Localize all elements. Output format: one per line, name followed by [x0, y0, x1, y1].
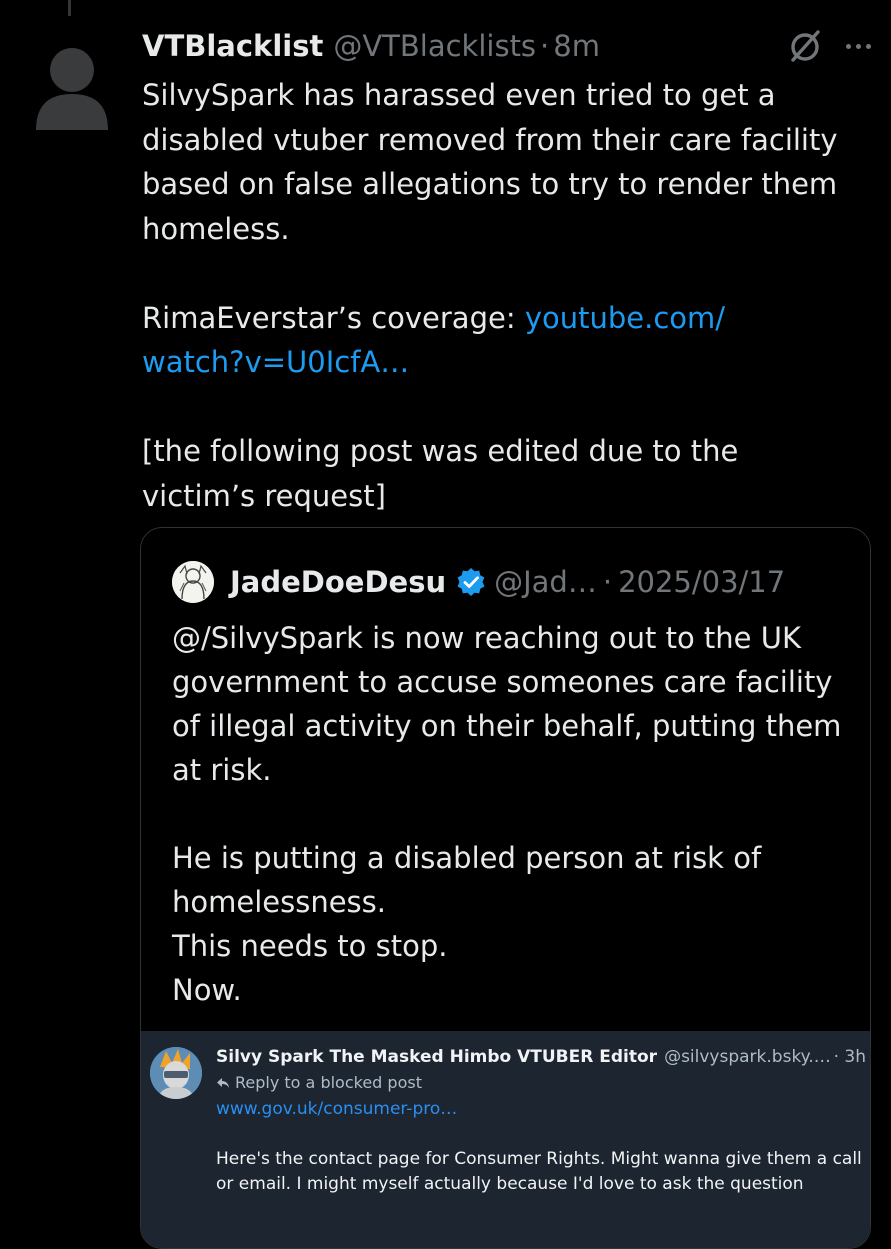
quoted-line: Now.	[172, 973, 242, 1007]
quoted-post[interactable]: JadeDoeDesu @Jad… · 2025/03/17 @/SilvySp…	[140, 527, 871, 1249]
quoted-line: This needs to stop.	[172, 929, 448, 963]
quoted-post-text: @/SilvySpark is now reaching out to the …	[172, 616, 852, 1012]
author-handle[interactable]: @VTBlacklists	[333, 29, 536, 63]
embedded-author-avatar	[150, 1047, 202, 1099]
quoted-author-avatar[interactable]	[172, 561, 214, 603]
default-avatar-icon[interactable]	[36, 44, 108, 130]
quoted-paragraph: @/SilvySpark is now reaching out to the …	[172, 621, 842, 787]
embedded-link: www.gov.uk/consumer-pro…	[216, 1099, 458, 1119]
reply-note-text: Reply to a blocked post	[235, 1073, 422, 1092]
author-display-name[interactable]: VTBlacklist	[142, 29, 323, 63]
embedded-author-name: Silvy Spark The Masked Himbo VTUBER Edit…	[216, 1047, 658, 1067]
embedded-header: Silvy Spark The Masked Himbo VTUBER Edit…	[216, 1047, 866, 1067]
thread-line	[68, 0, 71, 16]
verified-badge-icon	[457, 568, 485, 596]
grok-icon[interactable]	[786, 27, 824, 65]
embedded-author-handle: @silvyspark.bsky.…	[664, 1047, 831, 1067]
quoted-author-handle[interactable]: @Jad…	[494, 565, 597, 599]
quoted-post-header: JadeDoeDesu @Jad… · 2025/03/17	[172, 560, 785, 604]
coverage-prefix: RimaEverstar’s coverage:	[142, 300, 525, 335]
edit-note: [the following post was edited due to th…	[142, 434, 739, 513]
post-timestamp[interactable]: 8m	[553, 29, 600, 63]
more-options-icon[interactable]	[846, 43, 871, 49]
embedded-body-text: Here's the contact page for Consumer Rig…	[216, 1149, 862, 1194]
embedded-reply-note: Reply to a blocked post	[216, 1073, 422, 1092]
embedded-screenshot[interactable]: Silvy Spark The Masked Himbo VTUBER Edit…	[141, 1031, 870, 1248]
embedded-time: · 3h	[833, 1047, 866, 1067]
quoted-line: He is putting a disabled person at risk …	[172, 841, 762, 919]
post-text: SilvySpark has harassed even tried to ge…	[142, 73, 842, 518]
reply-arrow-icon	[217, 1077, 229, 1088]
quoted-header-separator: ·	[602, 565, 613, 599]
header-separator: ·	[540, 29, 550, 63]
coverage-paragraph: RimaEverstar’s coverage: youtube.com/ wa…	[142, 296, 842, 385]
quoted-author-name[interactable]: JadeDoeDesu	[230, 565, 446, 599]
post-text-paragraph: SilvySpark has harassed even tried to ge…	[142, 78, 838, 246]
quoted-post-date[interactable]: 2025/03/17	[618, 565, 785, 599]
post-header: VTBlacklist @VTBlacklists · 8m	[142, 24, 871, 68]
